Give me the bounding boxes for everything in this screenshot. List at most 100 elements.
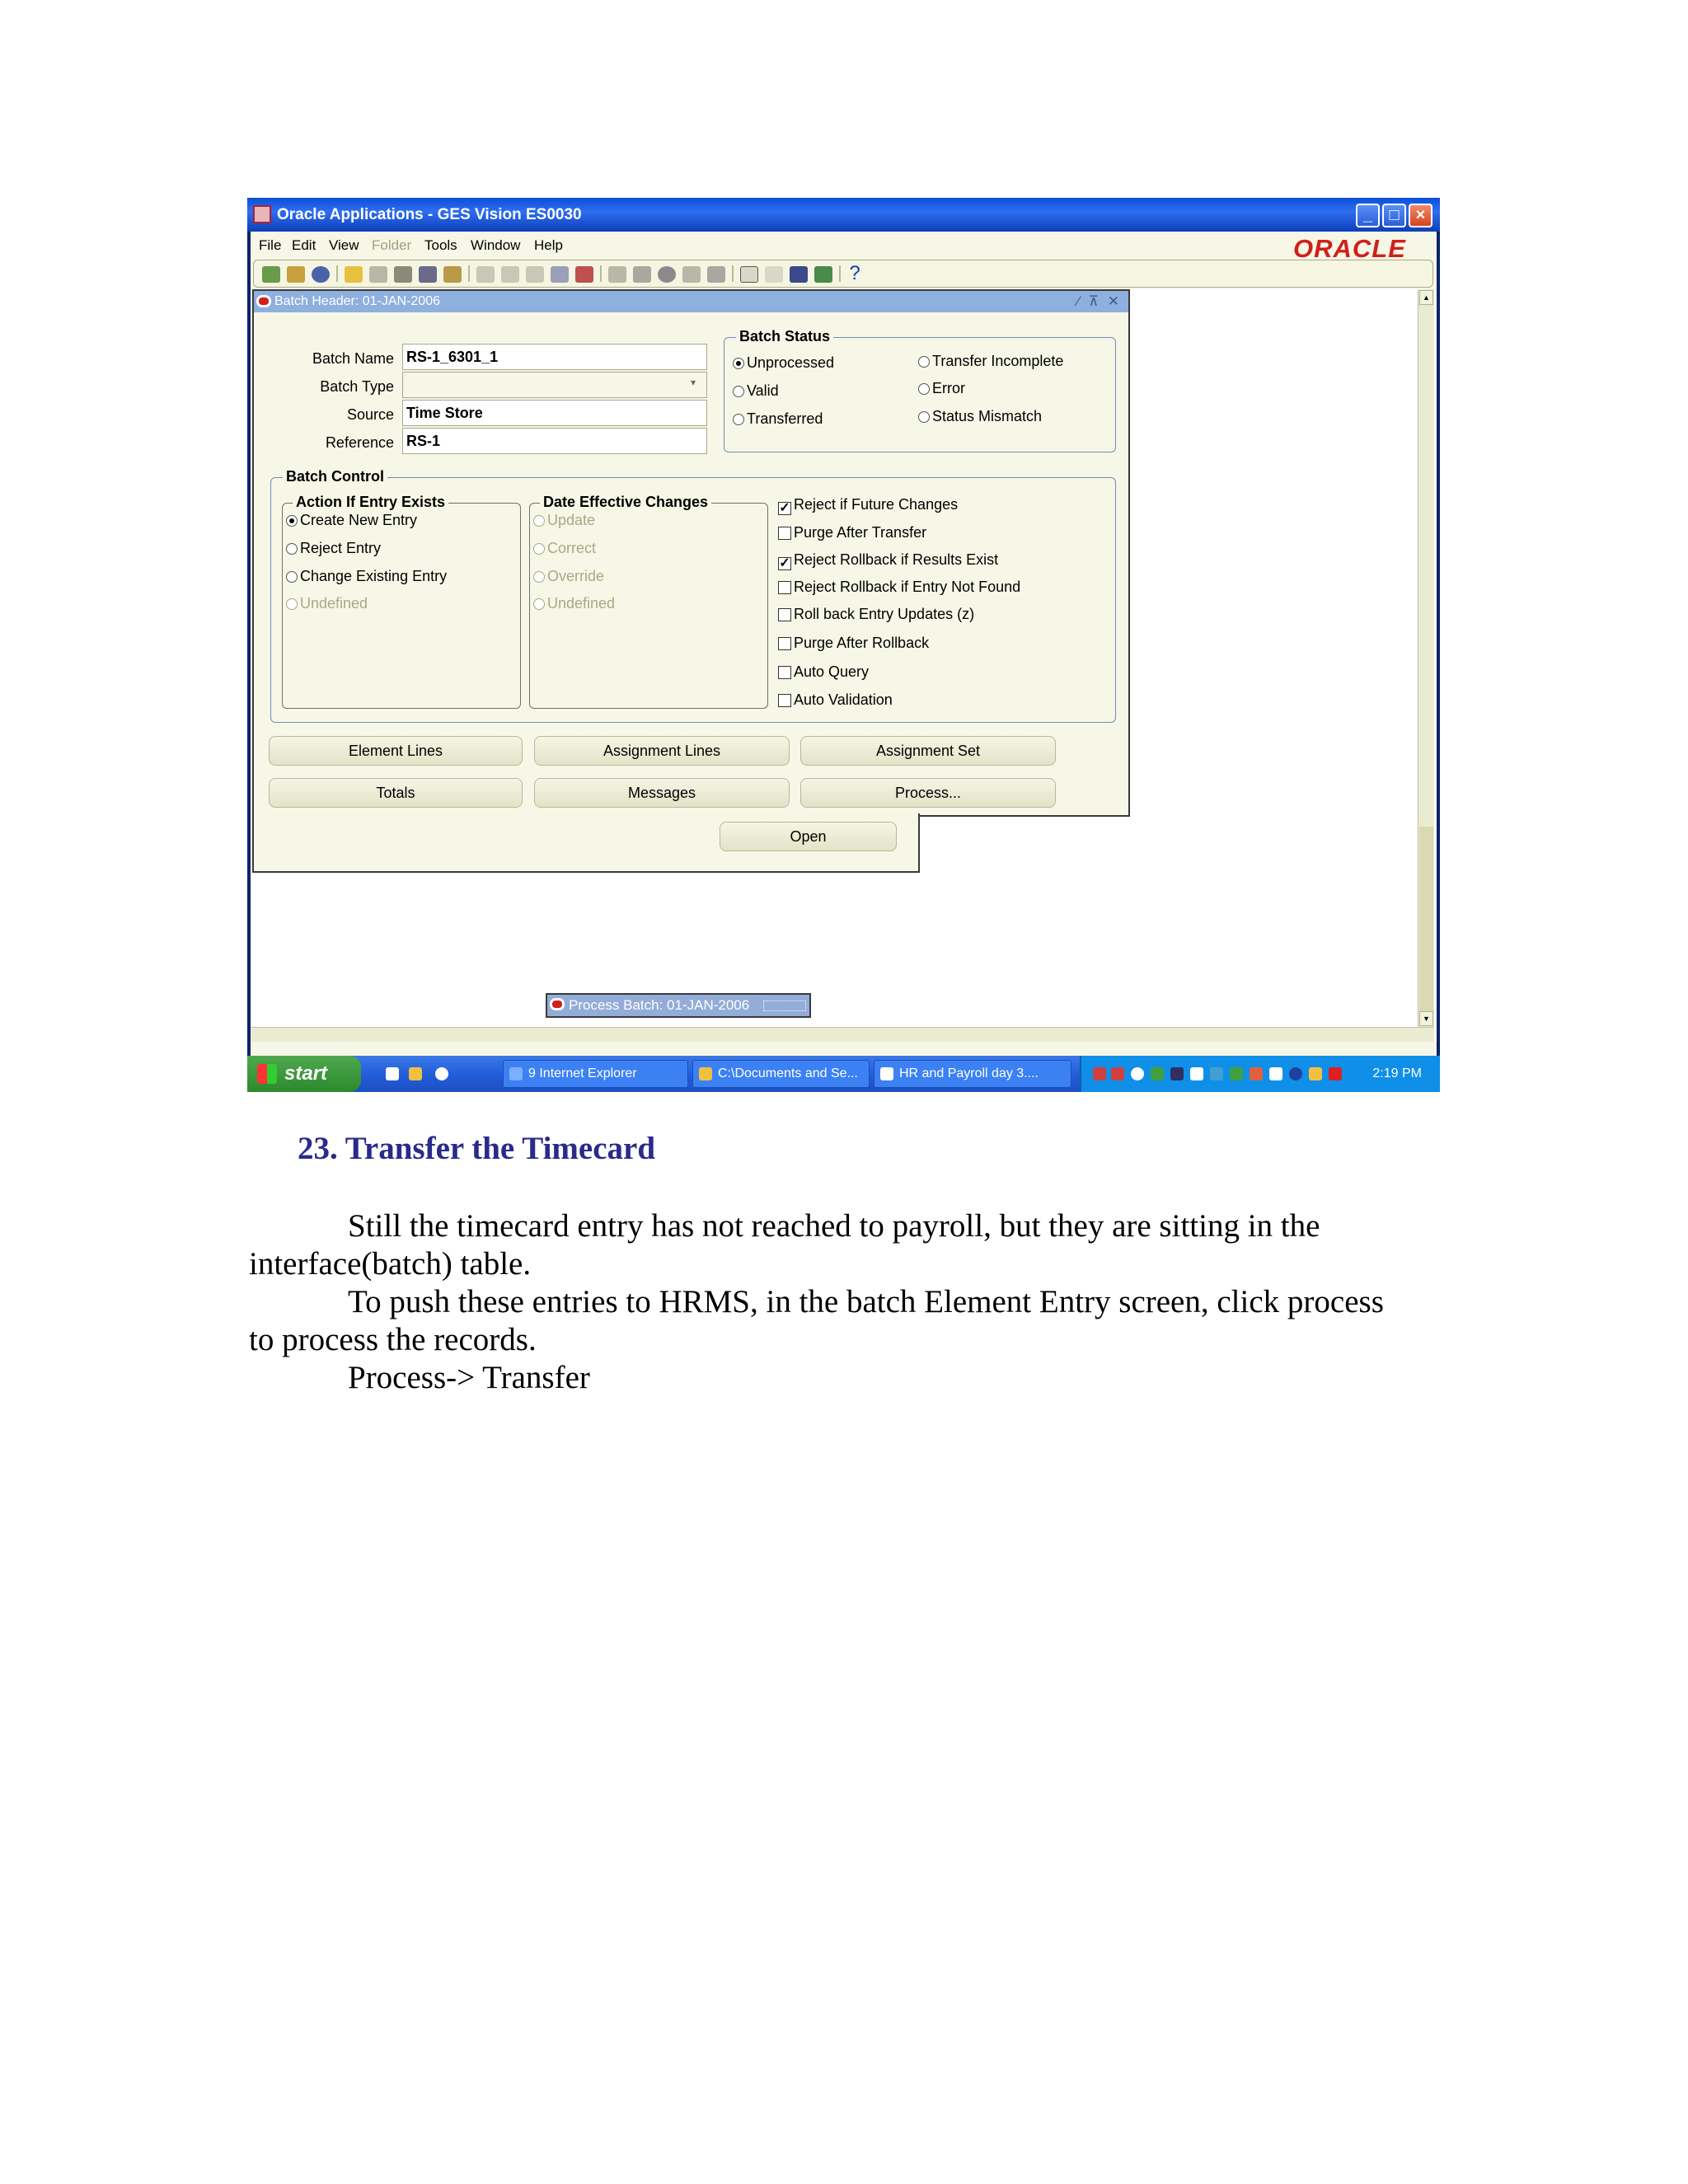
menu-tools[interactable]: Tools: [424, 232, 457, 260]
menu-window[interactable]: Window: [471, 232, 520, 260]
tray-status-icon[interactable]: [1131, 1067, 1144, 1080]
tray-monitor-icon[interactable]: [1210, 1067, 1223, 1080]
tray-app-icon[interactable]: [1093, 1067, 1106, 1080]
reference-field[interactable]: RS-1: [402, 428, 707, 454]
new-record-icon[interactable]: [551, 266, 569, 283]
tray-alert-icon[interactable]: [1309, 1067, 1322, 1080]
window-controls[interactable]: ⁄ ⊼ ✕: [1077, 291, 1122, 312]
task-internet-explorer[interactable]: 9 Internet Explorer: [503, 1060, 688, 1088]
batch-window-title-bar[interactable]: Batch Header: 01-JAN-2006 ⁄ ⊼ ✕: [254, 291, 1128, 312]
process-button[interactable]: Process...: [800, 778, 1056, 808]
delete-record-icon[interactable]: [575, 266, 593, 283]
open-folder-icon[interactable]: [345, 266, 363, 283]
status-mismatch[interactable]: Status Mismatch: [918, 408, 1042, 425]
tray-phone-icon[interactable]: [1269, 1067, 1282, 1080]
status-unprocessed[interactable]: Unprocessed: [733, 354, 834, 372]
chk-purge-after-rollback[interactable]: Purge After Rollback: [778, 635, 929, 652]
window-title-bar[interactable]: Oracle Applications - GES Vision ES0030 …: [247, 198, 1440, 232]
next-step-icon[interactable]: [394, 266, 412, 283]
date-update[interactable]: Update: [533, 512, 595, 529]
minimize-button[interactable]: _: [1356, 204, 1380, 227]
source-field[interactable]: Time Store: [402, 400, 707, 426]
copy-icon[interactable]: [501, 266, 519, 283]
totals-button[interactable]: Totals: [269, 778, 523, 808]
element-lines-button[interactable]: Element Lines: [269, 736, 523, 766]
date-undefined[interactable]: Undefined: [533, 595, 615, 612]
restore-handle-icon[interactable]: [763, 1001, 806, 1011]
navigator-icon[interactable]: [312, 266, 330, 283]
scroll-down-arrow-icon[interactable]: ▼: [1419, 1011, 1433, 1026]
open-button[interactable]: Open: [720, 822, 897, 851]
tray-update-icon[interactable]: [1190, 1067, 1203, 1080]
explorer-quicklaunch-icon[interactable]: [409, 1067, 422, 1080]
action-undefined[interactable]: Undefined: [286, 595, 368, 612]
chk-auto-validation[interactable]: Auto Validation: [778, 691, 893, 709]
cut-icon[interactable]: [476, 266, 495, 283]
tray-agent-icon[interactable]: [1230, 1067, 1243, 1080]
translations-icon[interactable]: [658, 266, 676, 283]
find-icon[interactable]: [287, 266, 305, 283]
chk-purge-after-transfer[interactable]: Purge After Transfer: [778, 524, 926, 541]
menu-help[interactable]: Help: [534, 232, 563, 260]
browser-quicklaunch-icon[interactable]: [435, 1067, 448, 1080]
chk-roll-back-entry-updates[interactable]: Roll back Entry Updates (z): [778, 606, 974, 623]
status-valid[interactable]: Valid: [733, 382, 779, 400]
process-batch-minimized[interactable]: Process Batch: 01-JAN-2006: [546, 993, 811, 1018]
edit-field-icon[interactable]: [608, 266, 626, 283]
menu-folder[interactable]: Folder: [372, 232, 411, 260]
dropdown-arrow-icon[interactable]: ▾: [691, 377, 696, 388]
tray-globe-icon[interactable]: [1289, 1067, 1302, 1080]
menu-view[interactable]: View: [329, 232, 359, 260]
tray-sync-icon[interactable]: [1250, 1067, 1263, 1080]
action-create-new-entry[interactable]: Create New Entry: [286, 512, 417, 529]
windows-logo-icon: [257, 1064, 277, 1084]
maximize-button[interactable]: □: [1382, 204, 1406, 227]
new-icon[interactable]: [262, 266, 280, 283]
start-button[interactable]: start: [247, 1056, 361, 1092]
chk-reject-rollback-results[interactable]: ✓ Reject Rollback if Results Exist: [778, 551, 998, 570]
scroll-thumb[interactable]: [1419, 827, 1433, 1012]
paste-icon[interactable]: [526, 266, 544, 283]
horizontal-scrollbar[interactable]: [251, 1027, 1434, 1042]
close-form-icon[interactable]: [443, 266, 462, 283]
date-correct[interactable]: Correct: [533, 540, 596, 557]
action-reject-entry[interactable]: Reject Entry: [286, 540, 381, 557]
help-icon[interactable]: ?: [846, 264, 864, 284]
menu-file[interactable]: File: [259, 232, 281, 260]
zoom-icon[interactable]: [633, 266, 651, 283]
action-change-existing-entry[interactable]: Change Existing Entry: [286, 568, 447, 585]
chk-auto-query[interactable]: Auto Query: [778, 663, 869, 681]
folder-tools-icon[interactable]: [707, 266, 725, 283]
assignment-lines-button[interactable]: Assignment Lines: [534, 736, 790, 766]
tray-network-icon[interactable]: [1151, 1067, 1164, 1080]
tray-mail-icon[interactable]: [1329, 1067, 1342, 1080]
scroll-up-arrow-icon[interactable]: ▲: [1419, 290, 1433, 305]
tray-app-icon[interactable]: [1111, 1067, 1124, 1080]
tray-security-icon[interactable]: [1170, 1067, 1184, 1080]
window-icon[interactable]: [790, 266, 808, 283]
assignment-set-button[interactable]: Assignment Set: [800, 736, 1056, 766]
status-transfer-incomplete[interactable]: Transfer Incomplete: [918, 353, 1063, 370]
print-icon[interactable]: [419, 266, 437, 283]
task-documents-folder[interactable]: C:\Documents and Se...: [692, 1060, 870, 1088]
batch-window-title: Batch Header: 01-JAN-2006: [274, 294, 440, 308]
status-transferred[interactable]: Transferred: [733, 410, 823, 428]
chk-reject-future-changes[interactable]: ✓ Reject if Future Changes: [778, 496, 958, 515]
chk-reject-rollback-not-found[interactable]: Reject Rollback if Entry Not Found: [778, 579, 1020, 596]
vertical-scrollbar[interactable]: ▲ ▼: [1418, 289, 1434, 1027]
export-icon[interactable]: [814, 266, 832, 283]
task-word-document[interactable]: HR and Payroll day 3....: [874, 1060, 1071, 1088]
save-icon[interactable]: [369, 266, 387, 283]
ie-quicklaunch-icon[interactable]: [386, 1067, 399, 1080]
menu-bar: File Edit View Folder Tools Window Help …: [251, 232, 1437, 263]
menu-edit[interactable]: Edit: [292, 232, 316, 260]
messages-button[interactable]: Messages: [534, 778, 790, 808]
attachments-icon[interactable]: [682, 266, 701, 283]
batch-name-field[interactable]: RS-1_6301_1: [402, 344, 707, 370]
status-error[interactable]: Error: [918, 380, 965, 397]
date-override[interactable]: Override: [533, 568, 604, 585]
date-icon[interactable]: [765, 266, 783, 283]
close-button[interactable]: ×: [1409, 204, 1432, 227]
batch-type-select[interactable]: [402, 372, 707, 398]
calendar-icon[interactable]: [740, 266, 758, 283]
